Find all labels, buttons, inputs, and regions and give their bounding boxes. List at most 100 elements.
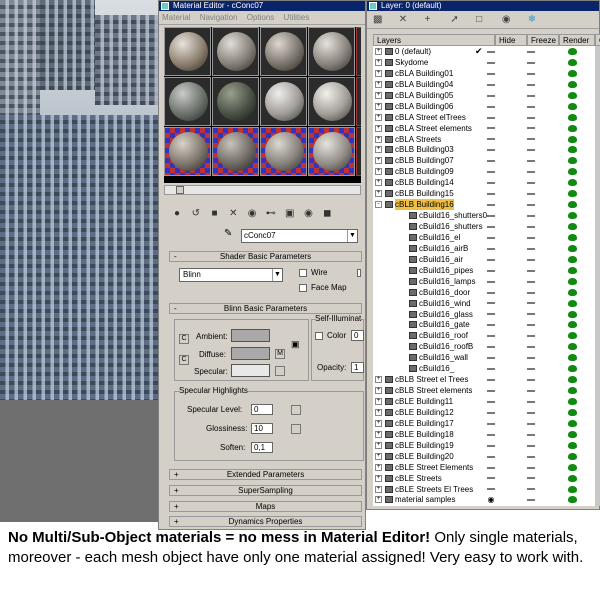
render-teapot-icon[interactable] bbox=[568, 463, 577, 471]
hide-toggle[interactable] bbox=[485, 407, 497, 418]
hide-toggle[interactable] bbox=[485, 46, 497, 57]
freeze-toggle[interactable] bbox=[525, 177, 537, 188]
sample-slot[interactable] bbox=[260, 77, 307, 126]
freeze-toggle[interactable] bbox=[525, 494, 537, 505]
render-teapot-icon[interactable] bbox=[568, 58, 577, 66]
layer-row[interactable]: + cBLE Streets bbox=[373, 473, 600, 484]
hide-toggle[interactable] bbox=[485, 199, 497, 210]
rollout-maps[interactable]: + Maps bbox=[169, 501, 362, 512]
freeze-toggle[interactable] bbox=[525, 484, 537, 495]
hide-toggle[interactable] bbox=[485, 265, 497, 276]
freeze-toggle[interactable] bbox=[525, 46, 537, 57]
sample-slot[interactable] bbox=[356, 127, 361, 176]
column-header-render[interactable]: Render bbox=[559, 34, 595, 46]
layer-name[interactable]: cBLB Street elements bbox=[395, 385, 472, 396]
render-teapot-icon[interactable] bbox=[568, 135, 577, 143]
layer-row[interactable]: + cBLE Building17 bbox=[373, 418, 600, 429]
layer-row[interactable]: + cBLE Building19 bbox=[373, 440, 600, 451]
hide-toggle[interactable] bbox=[485, 112, 497, 123]
freeze-toggle[interactable] bbox=[525, 473, 537, 484]
layer-row[interactable]: + cBLA Building04 bbox=[373, 79, 600, 90]
expand-icon[interactable]: + bbox=[375, 376, 382, 384]
render-teapot-icon[interactable] bbox=[568, 91, 577, 99]
hide-toggle[interactable] bbox=[485, 101, 497, 112]
layer-name[interactable]: cBLE Building19 bbox=[395, 440, 454, 451]
freeze-toggle[interactable] bbox=[525, 407, 537, 418]
menu-utilities[interactable]: Utilities bbox=[284, 13, 310, 22]
render-teapot-icon[interactable] bbox=[568, 288, 577, 296]
expand-icon[interactable]: + bbox=[375, 157, 382, 165]
sample-slot[interactable] bbox=[308, 127, 355, 176]
hide-toggle[interactable] bbox=[485, 254, 497, 265]
render-teapot-icon[interactable] bbox=[568, 157, 577, 165]
hide-toggle[interactable] bbox=[485, 68, 497, 79]
freeze-toggle[interactable] bbox=[525, 363, 537, 374]
sample-slot[interactable] bbox=[260, 27, 307, 76]
expand-icon[interactable]: + bbox=[375, 387, 382, 395]
layer-name[interactable]: cBuild16_air bbox=[419, 254, 463, 265]
expand-icon[interactable]: + bbox=[375, 496, 382, 504]
rollout-dynamics-properties[interactable]: + Dynamics Properties bbox=[169, 516, 362, 527]
layer-name[interactable]: cBLB Building03 bbox=[395, 144, 454, 155]
expand-icon[interactable]: + bbox=[375, 48, 382, 55]
freeze-toggle[interactable] bbox=[525, 144, 537, 155]
menu-navigation[interactable]: Navigation bbox=[200, 13, 238, 22]
freeze-toggle[interactable] bbox=[525, 123, 537, 134]
layer-name[interactable]: cBuild16_glass bbox=[419, 309, 473, 320]
render-teapot-icon[interactable] bbox=[568, 244, 577, 252]
expand-icon[interactable]: + bbox=[375, 474, 382, 482]
column-header-hide[interactable]: Hide bbox=[495, 34, 527, 46]
sample-slot[interactable] bbox=[356, 27, 361, 76]
freeze-toggle[interactable] bbox=[525, 462, 537, 473]
layer-row[interactable]: + cBLE Building18 bbox=[373, 429, 600, 440]
freeze-toggle[interactable] bbox=[525, 101, 537, 112]
hide-toggle[interactable] bbox=[485, 309, 497, 320]
layer-name[interactable]: cBLE Building11 bbox=[395, 396, 453, 407]
freeze-toggle[interactable] bbox=[525, 155, 537, 166]
hide-toggle[interactable] bbox=[485, 177, 497, 188]
sample-slot[interactable] bbox=[308, 77, 355, 126]
freeze-toggle[interactable] bbox=[525, 221, 537, 232]
layer-row[interactable]: cBuild16_shutters0 bbox=[373, 210, 600, 221]
render-teapot-icon[interactable] bbox=[568, 69, 577, 77]
layer-name[interactable]: cBLE Street Elements bbox=[395, 462, 473, 473]
layer-row[interactable]: cBuild16_pipes bbox=[373, 265, 600, 276]
layer-row[interactable]: + material samples ◉ bbox=[373, 494, 600, 505]
layer-name[interactable]: cBuild16_roofB bbox=[419, 341, 473, 352]
layer-name[interactable]: cBLA Streets bbox=[395, 134, 441, 145]
render-teapot-icon[interactable] bbox=[568, 408, 577, 416]
freeze-toggle[interactable] bbox=[525, 451, 537, 462]
layer-name[interactable]: cBuild16_pipes bbox=[419, 265, 473, 276]
hide-toggle[interactable] bbox=[485, 473, 497, 484]
render-teapot-icon[interactable] bbox=[568, 299, 577, 307]
freeze-toggle[interactable] bbox=[525, 254, 537, 265]
hide-toggle[interactable] bbox=[485, 451, 497, 462]
current-layer-check-icon[interactable]: ✔ bbox=[475, 46, 483, 57]
glossiness-value[interactable]: 10 bbox=[251, 423, 273, 434]
expand-icon[interactable]: + bbox=[375, 168, 382, 176]
render-teapot-icon[interactable] bbox=[568, 321, 577, 329]
sample-slot[interactable] bbox=[164, 77, 211, 126]
hide-toggle[interactable] bbox=[485, 287, 497, 298]
layer-row[interactable]: + cBLE Streets El Trees bbox=[373, 484, 600, 495]
layer-row[interactable]: cBuild16_door bbox=[373, 287, 600, 298]
layer-row[interactable]: cBuild16_roof bbox=[373, 330, 600, 341]
freeze-toggle[interactable] bbox=[525, 298, 537, 309]
layer-name[interactable]: cBLE Streets bbox=[395, 473, 442, 484]
layer-row[interactable]: cBuild16_wind bbox=[373, 298, 600, 309]
layer-name[interactable]: cBLE Building18 bbox=[395, 429, 454, 440]
expand-icon[interactable]: + bbox=[375, 408, 382, 416]
hide-toggle[interactable] bbox=[485, 243, 497, 254]
freeze-toggle[interactable] bbox=[525, 385, 537, 396]
layer-manager-titlebar[interactable]: Layer: 0 (default) bbox=[367, 1, 599, 11]
layer-name[interactable]: cBLE Building17 bbox=[395, 418, 454, 429]
hide-toggle[interactable] bbox=[485, 90, 497, 101]
layer-row[interactable]: + cBLA Street elements bbox=[373, 123, 600, 134]
render-teapot-icon[interactable] bbox=[568, 419, 577, 427]
sample-slot[interactable] bbox=[356, 77, 361, 126]
expand-icon[interactable]: + bbox=[375, 398, 382, 405]
freeze-toggle[interactable] bbox=[525, 374, 537, 385]
hide-toggle[interactable] bbox=[485, 166, 497, 177]
render-teapot-icon[interactable] bbox=[568, 365, 577, 373]
hide-toggle[interactable] bbox=[485, 385, 497, 396]
